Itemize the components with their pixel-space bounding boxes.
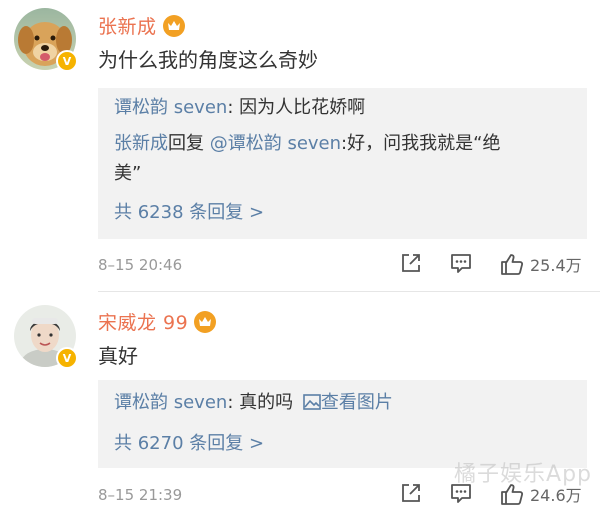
share-icon xyxy=(402,254,420,272)
reply-box[interactable]: 谭松韵 seven: 真的吗 查看图片 共 6270 条回复 > xyxy=(98,380,587,468)
share-icon xyxy=(402,484,420,502)
reply-text: 因为人比花娇啊 xyxy=(239,97,366,118)
reply-author-link[interactable]: 谭松韵 seven xyxy=(114,392,227,413)
comment-item: V 张新成 为什么我的角度这么奇妙 谭松韵 seven: 因为人比花娇啊 张新成… xyxy=(0,0,600,292)
reply-action: 回复 xyxy=(168,133,204,154)
more-replies-link[interactable]: 共 6270 条回复 > xyxy=(114,429,571,455)
image-icon xyxy=(303,394,321,410)
like-button[interactable]: 25.4万 xyxy=(500,252,582,276)
share-button[interactable] xyxy=(400,482,422,504)
username-text: 张新成 xyxy=(98,16,157,38)
reply-item[interactable]: 谭松韵 seven: 真的吗 查看图片 xyxy=(114,389,571,417)
crown-member-icon xyxy=(162,14,185,37)
avatar[interactable]: V xyxy=(14,8,78,72)
mention-link[interactable]: @谭松韵 seven xyxy=(210,133,341,154)
comment-button[interactable] xyxy=(450,252,472,274)
reply-author-link[interactable]: 张新成 xyxy=(114,133,168,154)
reply-text: 好，问我我就是“绝 xyxy=(347,133,501,154)
comment-text: 真好 xyxy=(98,344,138,368)
reply-text-continued: 美” xyxy=(114,163,142,184)
avatar[interactable]: V xyxy=(14,305,78,369)
verified-badge-icon: V xyxy=(56,50,78,72)
reply-author-link[interactable]: 谭松韵 seven xyxy=(114,97,227,118)
timestamp: 8–15 20:46 xyxy=(98,256,183,274)
reply-item[interactable]: 张新成回复 @谭松韵 seven:好，问我我就是“绝 xyxy=(114,130,571,158)
comment-footer: 8–15 20:46 25.4万 xyxy=(98,252,590,282)
crown-member-icon xyxy=(194,310,217,333)
reply-text: 真的吗 xyxy=(239,392,294,413)
view-image-link[interactable]: 查看图片 xyxy=(299,392,393,413)
reply-item[interactable]: 谭松韵 seven: 因为人比花娇啊 xyxy=(114,94,571,122)
watermark: 橘子娱乐App xyxy=(454,462,592,487)
username-link[interactable]: 张新成 xyxy=(98,12,185,39)
verified-badge-icon: V xyxy=(56,347,78,369)
comment-icon xyxy=(451,254,471,273)
like-count: 25.4万 xyxy=(530,256,582,275)
reply-box[interactable]: 谭松韵 seven: 因为人比花娇啊 张新成回复 @谭松韵 seven:好，问我… xyxy=(98,88,587,239)
timestamp: 8–15 21:39 xyxy=(98,486,183,504)
username-text: 宋威龙 99 xyxy=(98,312,189,334)
comment-text: 为什么我的角度这么奇妙 xyxy=(98,48,318,72)
thumbs-up-icon xyxy=(501,254,524,275)
more-replies-link[interactable]: 共 6238 条回复 > xyxy=(114,198,571,224)
share-button[interactable] xyxy=(400,252,422,274)
username-link[interactable]: 宋威龙 99 xyxy=(98,308,217,335)
